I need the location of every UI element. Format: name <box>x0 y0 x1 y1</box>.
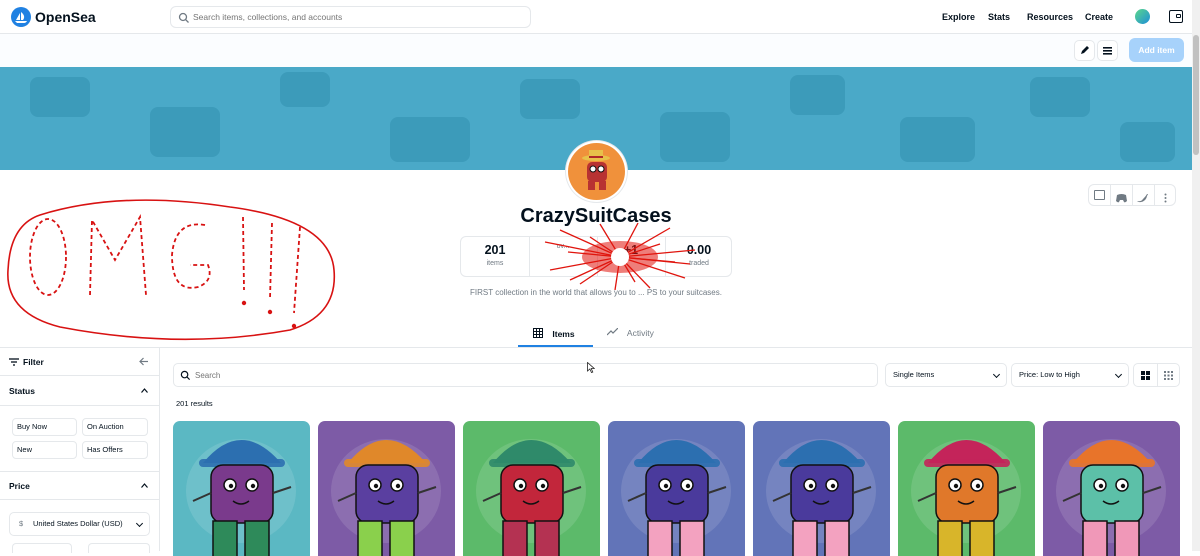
nav-explore[interactable]: Explore <box>942 12 975 22</box>
chevron-down-icon <box>1114 370 1123 379</box>
chevron-down-icon <box>135 519 144 528</box>
collection-edit-bar <box>0 34 1192 67</box>
nav-create[interactable]: Create <box>1085 12 1113 22</box>
tabs-divider <box>0 347 1192 348</box>
redaction-scribble <box>544 222 696 291</box>
item-image <box>766 439 876 556</box>
activity-icon <box>606 327 619 336</box>
item-image <box>621 439 731 556</box>
item-image <box>476 439 586 556</box>
opensea-logo-icon[interactable] <box>11 7 31 27</box>
item-card[interactable] <box>753 421 890 556</box>
status-has-offers[interactable]: Has Offers <box>82 441 148 459</box>
item-card[interactable] <box>608 421 745 556</box>
nav-resources[interactable]: Resources <box>1027 12 1073 22</box>
pencil-icon <box>1081 46 1089 54</box>
tab-items-underline <box>518 345 593 347</box>
twitter-icon[interactable] <box>1137 190 1148 203</box>
nav-stats[interactable]: Stats <box>988 12 1010 22</box>
item-card[interactable] <box>1043 421 1180 556</box>
top-navbar: OpenSea Explore Stats Resources Create <box>0 0 1192 34</box>
collapse-arrow-icon[interactable] <box>139 357 149 366</box>
more-options-icon[interactable] <box>1160 190 1171 203</box>
search-input[interactable] <box>193 10 523 24</box>
list-icon <box>1103 47 1112 55</box>
global-search[interactable] <box>170 6 531 28</box>
filter-header: Filter <box>0 348 159 376</box>
wallet-icon[interactable] <box>1169 10 1183 23</box>
mouse-cursor-icon <box>587 362 595 373</box>
website-icon[interactable] <box>1094 190 1105 200</box>
chevron-up-icon <box>141 388 148 393</box>
filter-title: Filter <box>23 357 44 367</box>
item-image <box>331 439 441 556</box>
view-toggle <box>1133 363 1180 387</box>
add-item-button[interactable]: Add item <box>1129 38 1184 62</box>
item-type-select[interactable]: Single Items <box>885 363 1007 387</box>
price-section-header[interactable]: Price <box>0 472 159 500</box>
profile-avatar[interactable] <box>1135 9 1150 24</box>
chevron-down-icon <box>992 370 1001 379</box>
item-image <box>911 439 1021 556</box>
chevron-up-icon <box>141 483 148 488</box>
small-grid-icon[interactable] <box>1164 371 1173 380</box>
dollar-icon: $ <box>19 519 24 528</box>
search-icon <box>180 370 191 381</box>
stat-items[interactable]: 201 items <box>461 237 529 276</box>
social-links <box>1088 184 1176 206</box>
status-on-auction[interactable]: On Auction <box>82 418 148 436</box>
status-buy-now[interactable]: Buy Now <box>12 418 77 436</box>
items-search-input[interactable] <box>195 369 855 382</box>
collection-avatar <box>566 141 627 202</box>
discord-icon[interactable] <box>1116 190 1127 203</box>
item-image <box>186 439 296 556</box>
edit-button[interactable] <box>1074 40 1095 61</box>
item-card[interactable] <box>463 421 600 556</box>
large-grid-icon[interactable] <box>1141 371 1150 380</box>
item-image <box>1056 439 1166 556</box>
currency-select[interactable]: $ United States Dollar (USD) <box>9 512 150 536</box>
item-card[interactable] <box>318 421 455 556</box>
item-card[interactable] <box>173 421 310 556</box>
item-card[interactable] <box>898 421 1035 556</box>
sort-select[interactable]: Price: Low to High <box>1011 363 1129 387</box>
omg-scribble-annotation <box>7 199 336 341</box>
items-search[interactable] <box>173 363 878 387</box>
tab-activity[interactable]: Activity <box>606 327 654 338</box>
status-section-header[interactable]: Status <box>0 376 159 406</box>
scrollbar-thumb[interactable] <box>1193 35 1199 155</box>
list-view-button[interactable] <box>1097 40 1118 61</box>
tab-items[interactable]: Items <box>533 328 575 339</box>
status-new[interactable]: New <box>12 441 77 459</box>
filter-icon <box>9 358 19 366</box>
results-count: 201 results <box>176 399 213 408</box>
search-icon <box>178 11 190 23</box>
price-min-input[interactable] <box>12 543 72 553</box>
grid-icon <box>533 328 543 338</box>
status-options: Buy Now On Auction New Has Offers <box>0 406 159 472</box>
brand-name[interactable]: OpenSea <box>35 9 96 25</box>
price-max-input[interactable] <box>88 543 150 553</box>
